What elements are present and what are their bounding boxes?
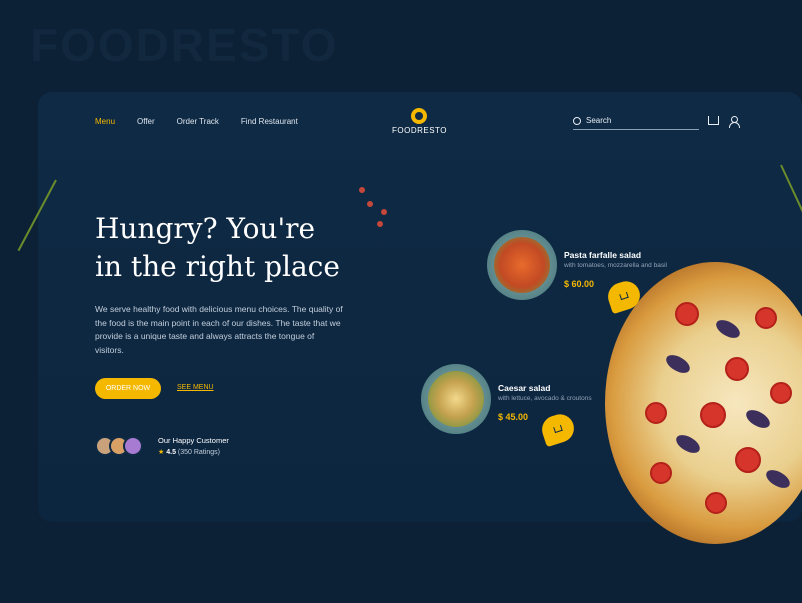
- logo-pin-icon: [411, 108, 427, 124]
- basil-leaf: [763, 466, 793, 492]
- search-placeholder: Search: [586, 116, 612, 125]
- user-icon[interactable]: [729, 116, 740, 128]
- tomato-topping: [645, 402, 667, 424]
- main-nav: Menu Offer Order Track Find Restaurant: [95, 117, 298, 126]
- tomato-topping: [700, 402, 726, 428]
- ratings-count: (350 Ratings): [177, 449, 220, 456]
- rating-value: 4.5: [166, 449, 176, 456]
- avatar: [123, 436, 143, 456]
- tomato-topping: [735, 447, 761, 473]
- hero-description: We serve healthy food with delicious men…: [95, 304, 343, 355]
- tomato-topping: [755, 307, 777, 329]
- star-icon: ★: [158, 449, 165, 456]
- dish-name: Caesar salad: [498, 383, 551, 393]
- title-line-1: Hungry? You're: [95, 212, 316, 245]
- tomato-topping: [650, 462, 672, 484]
- dish-image[interactable]: [487, 230, 557, 300]
- berry-decoration: [377, 221, 383, 227]
- berry-decoration: [367, 201, 373, 207]
- dish-price: $ 45.00: [498, 412, 529, 422]
- brand-logo[interactable]: FOODRESTO: [392, 108, 448, 135]
- tomato-topping: [675, 302, 699, 326]
- tomato-topping: [770, 382, 792, 404]
- logo-text: FOODRESTO: [392, 126, 448, 135]
- dish-image[interactable]: [421, 364, 491, 434]
- tomato-topping: [705, 492, 727, 514]
- berry-decoration: [381, 209, 387, 215]
- nav-item-offer[interactable]: Offer: [137, 117, 155, 126]
- basil-leaf: [713, 316, 743, 342]
- cart-icon: [553, 424, 563, 434]
- basil-leaf: [663, 351, 693, 377]
- customer-rating: ★ 4.5 (350 Ratings): [158, 448, 220, 456]
- dish-name: Pasta farfalle salad: [564, 250, 642, 260]
- cart-icon: [619, 291, 629, 301]
- page-title: Hungry? You're in the right place: [95, 210, 340, 286]
- basil-leaf: [743, 406, 773, 432]
- nav-item-find-restaurant[interactable]: Find Restaurant: [241, 117, 298, 126]
- happy-customer-label: Our Happy Customer: [158, 436, 229, 445]
- caesar-salad-image: [428, 371, 484, 427]
- berry-decoration: [359, 187, 365, 193]
- dish-description: with lettuce, avocado & croutons: [498, 395, 592, 402]
- tomato-topping: [725, 357, 749, 381]
- see-menu-link[interactable]: SEE MENU: [177, 384, 214, 391]
- background-watermark: FOODRESTO: [30, 19, 339, 71]
- search-icon: [573, 116, 581, 125]
- nav-item-menu[interactable]: Menu: [95, 117, 115, 126]
- pasta-image: [494, 237, 550, 293]
- order-now-button[interactable]: ORDER NOW: [95, 378, 161, 399]
- customer-avatars: [95, 436, 143, 456]
- search-input[interactable]: Search: [573, 116, 699, 130]
- title-line-2: in the right place: [95, 249, 340, 283]
- dish-description: with tomatoes, mozzarella and basil: [564, 262, 667, 269]
- header-icons: [708, 116, 740, 128]
- basil-leaf: [673, 431, 703, 457]
- dish-price: $ 60.00: [564, 279, 595, 289]
- cart-icon[interactable]: [708, 116, 719, 125]
- nav-item-order-track[interactable]: Order Track: [177, 117, 219, 126]
